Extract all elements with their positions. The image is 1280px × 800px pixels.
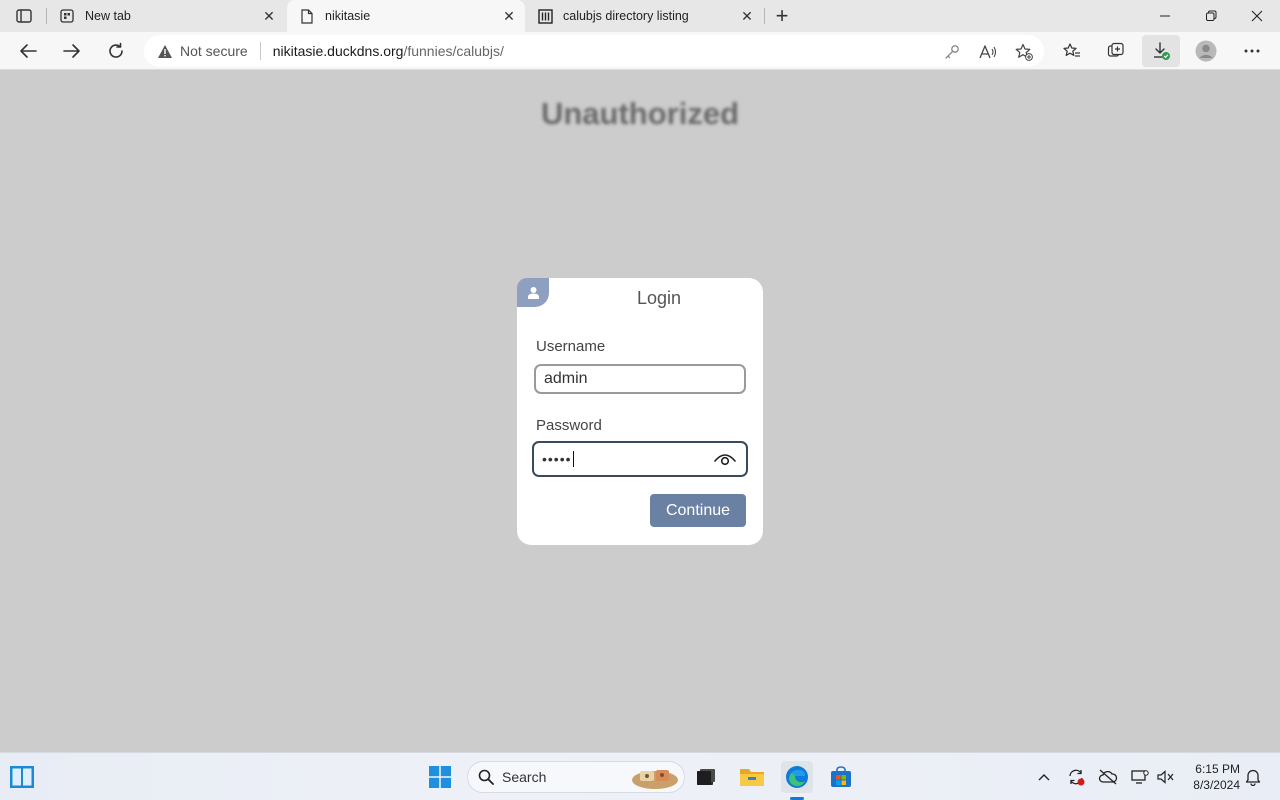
password-input[interactable]: ••••• [532,441,748,477]
show-hidden-icons-chevron-icon[interactable] [1034,767,1054,787]
tab-strip: New tab ✕ nikitasie ✕ calubjs directory … [0,0,1280,32]
restore-icon [1206,10,1217,21]
minimize-icon [1160,15,1170,17]
username-label: Username [536,338,606,355]
tab-label: nikitasie [325,9,371,23]
forward-button[interactable] [56,35,88,67]
clock-time: 6:15 PM [1195,762,1240,776]
tab-nikitasie[interactable]: nikitasie ✕ [287,0,525,32]
taskbar-search-box[interactable]: Search [467,761,685,793]
search-label: Search [502,769,547,785]
url-host: nikitasie.duckdns.org [272,43,404,59]
tab-label: New tab [85,9,131,23]
new-tab-button[interactable]: + [770,3,794,28]
collections-icon [1107,42,1124,57]
username-input[interactable]: admin [534,364,746,394]
settings-more-button[interactable] [1236,35,1268,67]
directory-listing-icon [537,8,553,24]
file-explorer-button[interactable] [736,761,768,793]
refresh-button[interactable] [100,35,132,67]
taskbar: Search 6:15 PM 8/3/2024 [0,752,1280,800]
tab-calubjs-directory-listing[interactable]: calubjs directory listing ✕ [525,0,763,32]
store-bag-icon [831,766,851,787]
notifications-bell-icon[interactable] [1243,767,1263,787]
clock-date: 8/3/2024 [1193,778,1240,792]
edge-taskbar-button[interactable] [781,761,813,793]
favorites-star-icon [1063,43,1080,57]
network-disconnected-icon[interactable] [1098,767,1118,787]
restore-button[interactable] [1188,0,1234,32]
tab-new-tab[interactable]: New tab ✕ [47,0,285,32]
login-card: Login Username admin Password ••••• Cont… [517,278,763,545]
download-icon [1154,42,1170,60]
arrow-left-icon [20,44,37,58]
add-favorite-icon[interactable] [1014,42,1034,62]
close-tab-icon[interactable]: ✕ [259,6,279,26]
search-icon [478,769,494,785]
tab-actions-button[interactable] [10,6,38,26]
tab-separator [764,8,765,24]
login-heading: Login [636,288,682,308]
windows-logo-icon [429,766,451,788]
volume-muted-icon[interactable] [1156,767,1176,787]
warning-triangle-icon[interactable] [156,42,174,60]
tab-actions-icon [16,9,32,23]
close-tab-icon[interactable]: ✕ [499,6,519,26]
favorites-button[interactable] [1056,35,1088,67]
not-secure-label[interactable]: Not secure [180,43,248,59]
arrow-right-icon [63,44,80,58]
collections-button[interactable] [1100,35,1132,67]
store-button[interactable] [825,761,857,793]
username-value: admin [544,370,588,387]
folder-icon [740,769,764,786]
url-path: /funnies/calubjs/ [403,43,504,59]
more-horizontal-icon [1244,49,1260,53]
profile-button[interactable] [1190,35,1222,67]
task-view-icon [697,769,715,785]
avatar-icon [1195,40,1217,62]
close-window-button[interactable] [1234,0,1280,32]
back-button[interactable] [12,35,44,67]
key-icon[interactable] [942,42,962,62]
address-bar[interactable]: Not secure nikitasie.duckdns.org/funnies… [144,35,1044,67]
close-icon [1251,10,1263,22]
browser-toolbar: Not secure nikitasie.duckdns.org/funnies… [0,32,1280,70]
refresh-icon [109,42,123,58]
downloads-button[interactable] [1142,35,1180,67]
password-value: ••••• [542,451,572,467]
sync-alert-icon[interactable] [1066,767,1086,787]
edge-browser-icon [786,766,808,788]
document-page-icon [299,8,315,24]
task-view-button[interactable] [690,761,722,793]
close-tab-icon[interactable]: ✕ [737,6,757,26]
page-title: Unauthorized [540,96,740,131]
text-caret [572,451,574,467]
address-divider [259,42,261,60]
widgets-button[interactable] [6,761,38,793]
minimize-button[interactable] [1142,0,1188,32]
search-highlight-image-icon [632,770,678,789]
show-password-eye-icon[interactable] [714,451,736,467]
display-icon[interactable] [1130,767,1150,787]
taskbar-clock[interactable]: 6:15 PM 8/3/2024 [1180,761,1240,793]
start-button[interactable] [424,761,456,793]
password-label: Password [536,417,602,434]
newtab-page-icon [59,8,75,24]
widgets-icon [10,766,34,788]
tab-label: calubjs directory listing [563,9,689,23]
read-aloud-icon[interactable] [978,42,998,62]
continue-button[interactable]: Continue [650,494,746,527]
